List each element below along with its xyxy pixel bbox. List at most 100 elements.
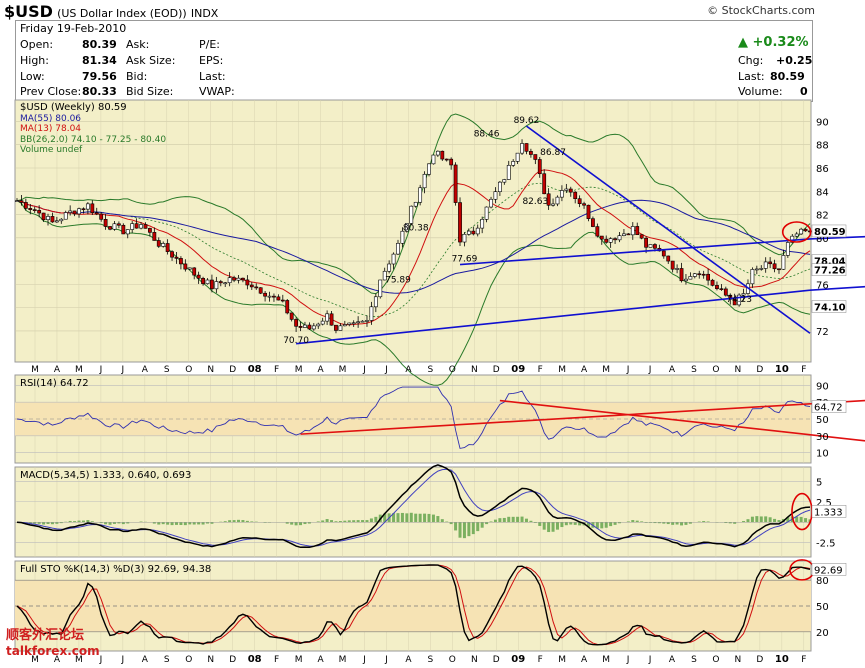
sto-last-label: 92.69 bbox=[814, 565, 843, 576]
candle-up bbox=[112, 223, 117, 230]
last-price-label: 80.59 bbox=[814, 227, 846, 238]
x-tick-label: O bbox=[449, 655, 456, 665]
candle-up bbox=[54, 220, 59, 223]
macd-histogram-bar bbox=[671, 522, 675, 525]
x-tick-label: F bbox=[274, 365, 279, 375]
x-tick-label: J bbox=[626, 365, 630, 375]
x-tick-label: F bbox=[538, 655, 543, 665]
x-tick-label: M bbox=[558, 655, 566, 665]
macd-histogram-bar bbox=[684, 522, 688, 525]
candle-down bbox=[108, 226, 112, 230]
candle-up bbox=[267, 295, 272, 298]
macd-histogram-bar bbox=[157, 522, 161, 525]
candle-down bbox=[23, 202, 28, 209]
x-tick-label: S bbox=[691, 365, 697, 375]
rsi-y-tick: 90 bbox=[816, 381, 829, 392]
candle-down bbox=[201, 278, 205, 285]
x-tick-label: 10 bbox=[775, 654, 789, 665]
candle-up bbox=[325, 313, 330, 322]
macd-histogram-bar bbox=[352, 520, 356, 523]
candle-up bbox=[475, 227, 480, 235]
candle-down bbox=[152, 232, 157, 241]
price-annotation: 77.69 bbox=[452, 255, 478, 265]
x-tick-label: M bbox=[31, 365, 39, 375]
candle-down bbox=[706, 273, 711, 281]
macd-histogram-bar bbox=[804, 518, 808, 523]
macd-histogram-bar bbox=[773, 518, 777, 523]
candle-down bbox=[644, 237, 648, 248]
macd-histogram-bar bbox=[604, 522, 608, 528]
candle-down bbox=[710, 279, 715, 286]
candle-up bbox=[223, 282, 228, 285]
candle-down bbox=[772, 263, 777, 270]
macd-histogram-bar bbox=[467, 522, 471, 537]
candle-up bbox=[520, 143, 524, 154]
x-tick-label: A bbox=[581, 365, 588, 375]
macd-histogram-bar bbox=[427, 513, 431, 523]
macd-histogram-bar bbox=[166, 522, 170, 525]
x-tick-label: D bbox=[493, 655, 500, 665]
candle-down bbox=[285, 300, 290, 314]
macd-histogram-bar bbox=[498, 518, 502, 523]
legend-ma55: MA(55) 80.06 bbox=[20, 114, 81, 124]
x-tick-label: M bbox=[558, 365, 566, 375]
macd-histogram-bar bbox=[768, 517, 772, 523]
macd-histogram-bar bbox=[759, 516, 763, 523]
candle-down bbox=[803, 228, 808, 232]
candle-up bbox=[431, 154, 436, 165]
candle-up bbox=[497, 181, 502, 193]
candle-down bbox=[165, 243, 170, 252]
macd-histogram-bar bbox=[458, 522, 462, 538]
candle-down bbox=[289, 312, 294, 320]
macd-y-tick: 5 bbox=[816, 477, 822, 488]
candle-up bbox=[493, 191, 498, 200]
macd-histogram-bar bbox=[551, 522, 555, 532]
candle-down bbox=[196, 274, 201, 279]
candle-down bbox=[170, 251, 174, 258]
macd-histogram-bar bbox=[524, 518, 528, 523]
candle-down bbox=[715, 285, 719, 289]
x-tick-label: A bbox=[54, 365, 61, 375]
macd-histogram-bar bbox=[290, 522, 294, 525]
macd-histogram-bar bbox=[547, 522, 551, 533]
x-tick-label: J bbox=[121, 365, 125, 375]
x-tick-label: J bbox=[648, 655, 652, 665]
price-annotation: 86.87 bbox=[540, 148, 566, 158]
macd-histogram-bar bbox=[516, 516, 520, 523]
rsi-y-tick: 50 bbox=[816, 415, 829, 426]
x-tick-label: N bbox=[735, 655, 742, 665]
candle-up bbox=[564, 188, 569, 191]
macd-histogram-bar bbox=[573, 522, 577, 525]
macd-histogram-bar bbox=[174, 522, 178, 525]
macd-histogram-bar bbox=[232, 520, 236, 523]
x-tick-label: A bbox=[142, 365, 149, 375]
candle-down bbox=[453, 164, 458, 203]
candle-up bbox=[515, 152, 520, 162]
candle-down bbox=[440, 150, 445, 160]
candle-up bbox=[418, 187, 423, 203]
x-tick-label: F bbox=[801, 655, 806, 665]
candle-up bbox=[139, 224, 143, 229]
x-tick-label: A bbox=[405, 655, 412, 665]
price-y-tick: 82 bbox=[816, 211, 829, 222]
candle-down bbox=[537, 159, 542, 175]
price-y-tick: 88 bbox=[816, 141, 829, 152]
sto-y-tick: 50 bbox=[816, 602, 829, 613]
candle-up bbox=[688, 276, 693, 280]
macd-histogram-bar bbox=[613, 522, 617, 525]
candle-down bbox=[210, 279, 214, 290]
candle-up bbox=[684, 278, 688, 282]
candle-up bbox=[369, 306, 374, 321]
candle-down bbox=[458, 202, 462, 243]
macd-histogram-bar bbox=[361, 520, 365, 523]
candle-down bbox=[249, 284, 254, 288]
candle-up bbox=[692, 273, 697, 277]
candle-down bbox=[777, 268, 781, 271]
x-tick-label: J bbox=[99, 365, 103, 375]
candle-down bbox=[232, 277, 236, 281]
candle-up bbox=[630, 226, 635, 236]
candle-up bbox=[759, 268, 764, 270]
x-tick-label: S bbox=[164, 365, 170, 375]
x-tick-label: M bbox=[602, 365, 610, 375]
macd-histogram-bar bbox=[414, 513, 418, 523]
